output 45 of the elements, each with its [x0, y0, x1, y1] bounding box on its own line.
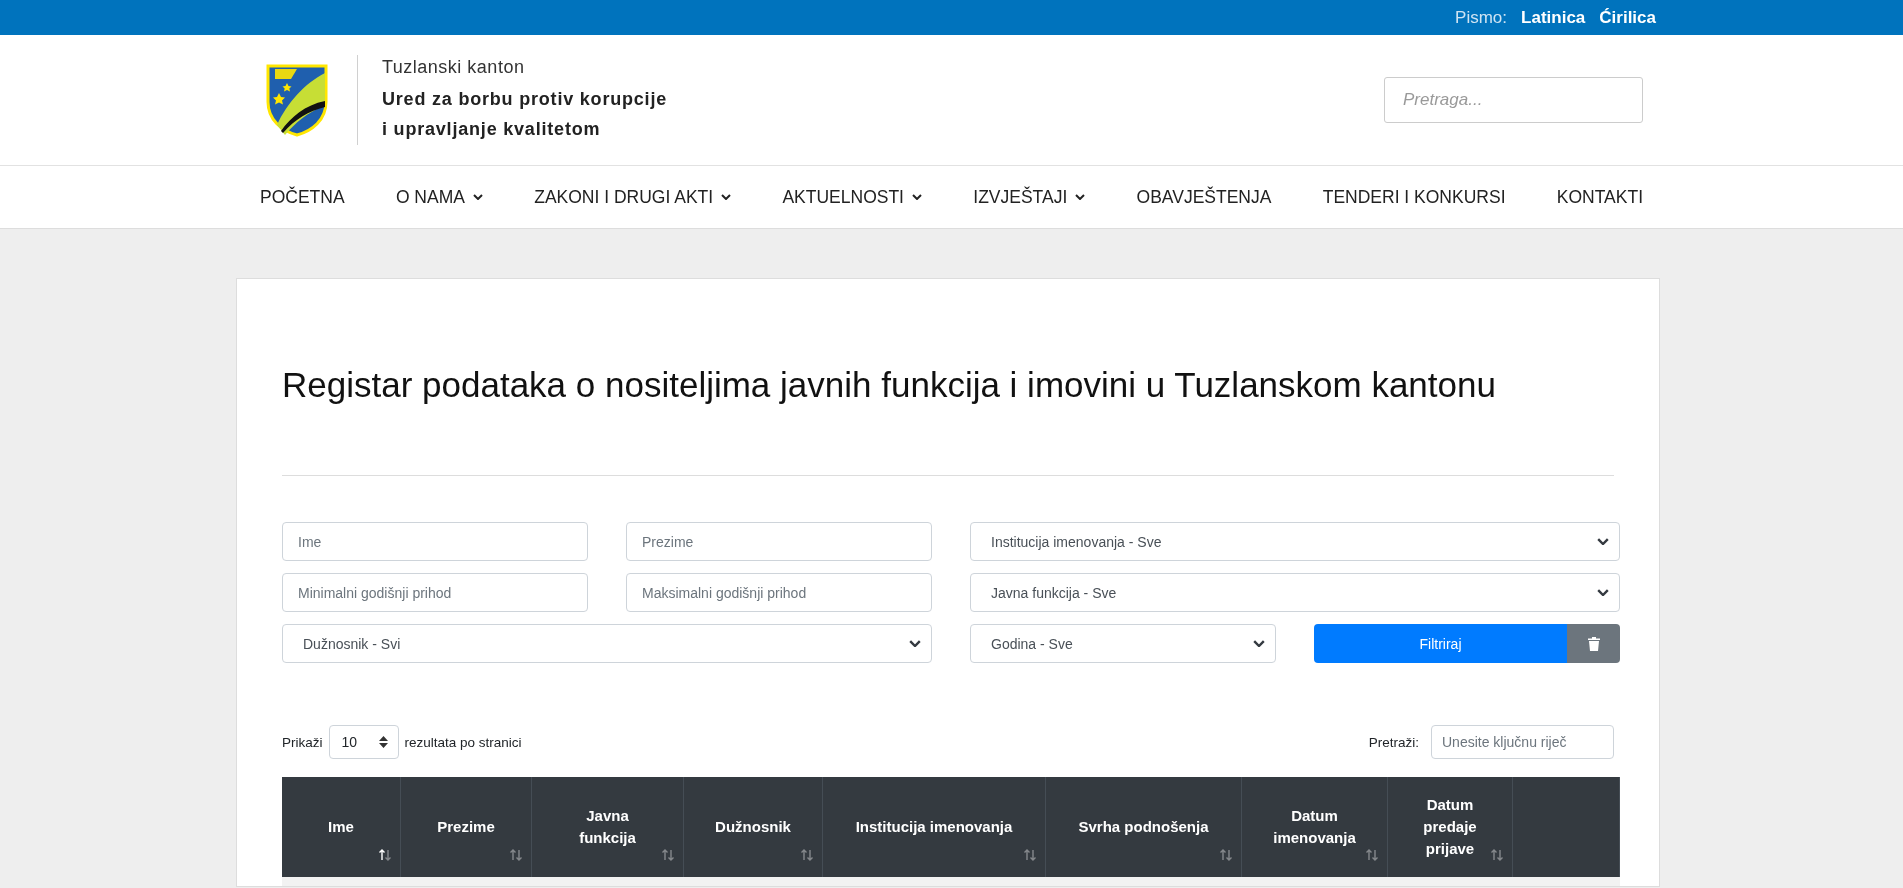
institution-select[interactable]: Institucija imenovanja - Sve: [970, 522, 1620, 561]
clear-button[interactable]: [1567, 624, 1620, 663]
up-down-caret-icon: [378, 736, 388, 748]
search-field[interactable]: Pretraga...: [1384, 77, 1643, 123]
min-income-field[interactable]: Minimalni godišnji prihod: [282, 573, 588, 612]
function-select[interactable]: Javna funkcija - Sve: [970, 573, 1620, 612]
column-header[interactable]: Institucija imenovanja: [823, 777, 1046, 877]
first-name-field[interactable]: Ime: [282, 522, 588, 561]
nav-item[interactable]: ZAKONI I DRUGI AKTI: [534, 186, 732, 208]
year-select[interactable]: Godina - Sve: [970, 624, 1276, 663]
table-search-field[interactable]: Unesite ključnu riječ: [1431, 725, 1614, 759]
nav-item[interactable]: OBAVJEŠTENJA: [1136, 186, 1272, 208]
column-header[interactable]: Ime: [282, 777, 401, 877]
script-label: Pismo:: [1455, 7, 1508, 28]
chevron-down-icon: [1597, 588, 1609, 597]
chevron-down-icon: [909, 639, 921, 648]
table-search-label: Pretraži:: [1368, 734, 1419, 750]
nav-item[interactable]: POČETNA: [260, 186, 345, 208]
region-name: Tuzlanski kanton: [382, 56, 526, 78]
column-header[interactable]: Prezime: [401, 777, 532, 877]
nav-item[interactable]: TENDERI I KONKURSI: [1322, 186, 1506, 208]
official-select[interactable]: Dužnosnik - Svi: [282, 624, 932, 663]
column-header[interactable]: Dužnosnik: [684, 777, 823, 877]
column-header[interactable]: Datum imenovanja: [1242, 777, 1388, 877]
column-header[interactable]: Javna funkcija: [532, 777, 684, 877]
page-length-select[interactable]: 10: [328, 725, 399, 759]
script-link[interactable]: Latinica: [1521, 7, 1586, 28]
filter-button[interactable]: Filtriraj: [1314, 624, 1567, 663]
nav-item[interactable]: O NAMA: [395, 186, 483, 208]
column-header[interactable]: Svrha podnošenja: [1046, 777, 1242, 877]
show-label: Prikaži: [282, 734, 323, 750]
column-header[interactable]: Datum predaje prijave: [1388, 777, 1513, 877]
trash-icon: [1587, 636, 1600, 651]
chevron-down-icon: [1253, 639, 1265, 648]
office-name: Ured za borbu protiv korupcije i upravljanje kvalitetom: [382, 87, 668, 141]
max-income-field[interactable]: Maksimalni godišnji prihod: [626, 573, 932, 612]
per-page-label: rezultata po stranici: [404, 734, 522, 750]
nav-item[interactable]: IZVJEŠTAJI: [973, 186, 1086, 208]
page-title: Registar podataka o nositeljima javnih funkcija i imovini u Tuzlanskom kantonu: [282, 365, 1497, 405]
nav-item[interactable]: KONTAKTI: [1556, 186, 1643, 208]
script-link[interactable]: Ćirilica: [1599, 7, 1656, 28]
sort-icon[interactable]: [378, 849, 392, 861]
nav-item[interactable]: AKTUELNOSTI: [782, 186, 922, 208]
last-name-field[interactable]: Prezime: [626, 522, 932, 561]
chevron-down-icon: [1597, 537, 1609, 546]
